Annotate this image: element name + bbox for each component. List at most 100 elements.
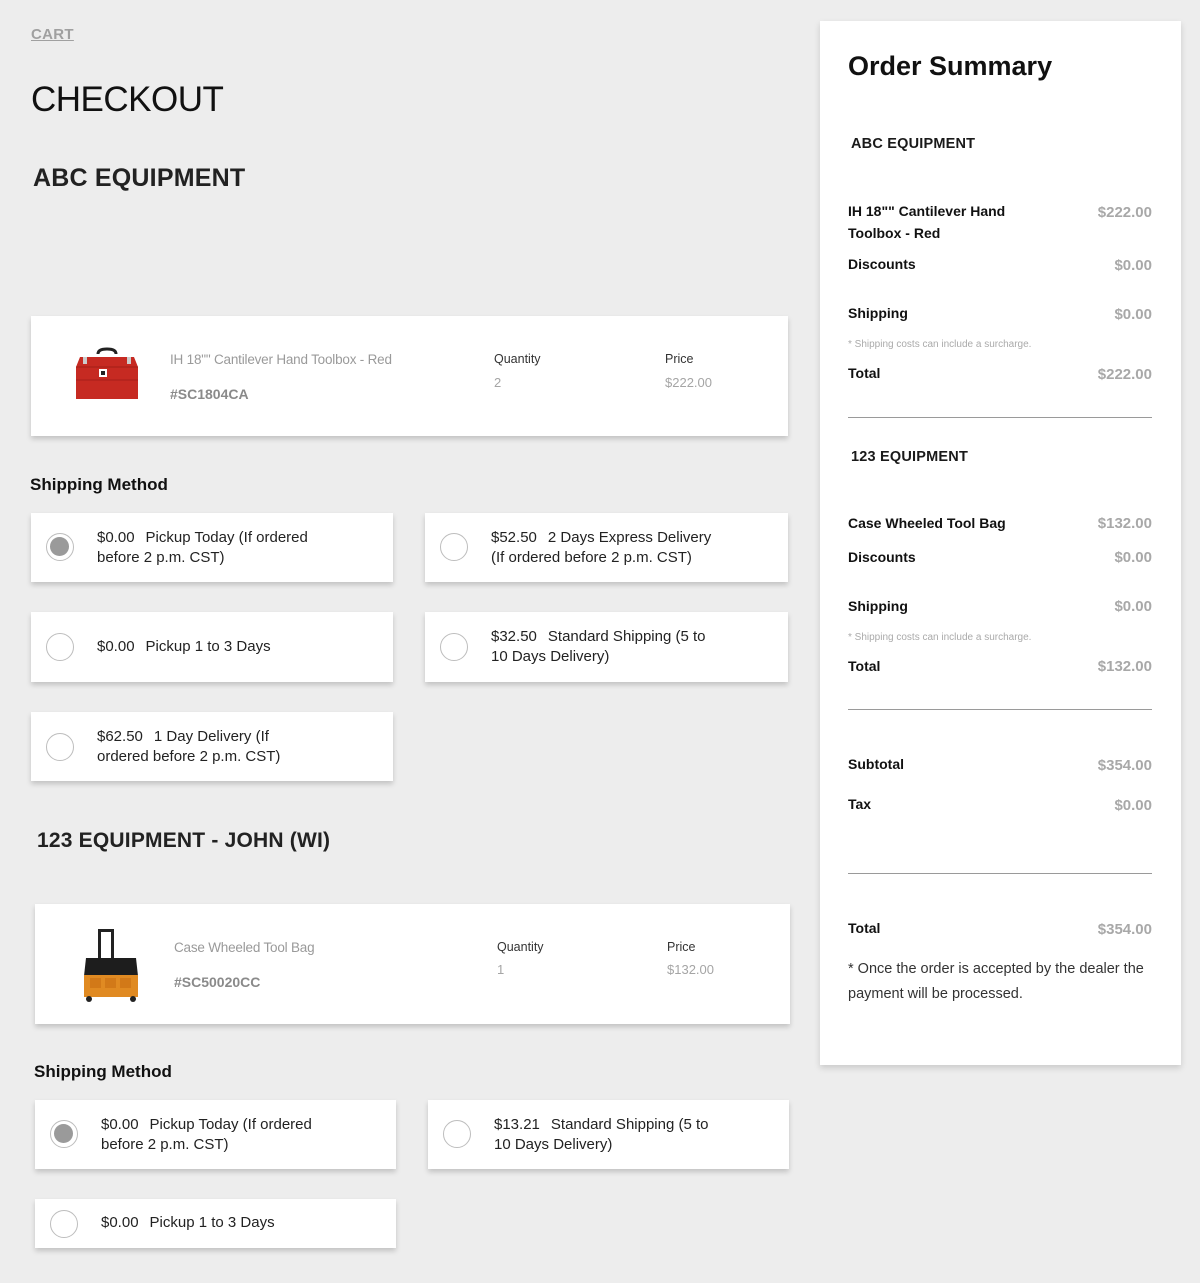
summary-subtotal-value: $354.00 <box>1097 757 1152 774</box>
shipping-price: $62.50 <box>97 728 143 745</box>
product-name: Case Wheeled Tool Bag <box>174 940 315 955</box>
radio-button[interactable] <box>46 633 74 661</box>
shipping-option-standard[interactable]: $13.21 Standard Shipping (5 to 10 Days De… <box>428 1100 789 1169</box>
shipping-option-1-day[interactable]: $62.50 1 Day Delivery (If ordered before … <box>31 712 393 781</box>
shipping-description-line2: 10 Days Delivery) <box>494 1136 613 1153</box>
summary-dealer-total-label: Total <box>848 658 881 674</box>
shipping-price: $0.00 <box>97 638 135 655</box>
summary-shipping-value: $0.00 <box>1114 306 1152 323</box>
summary-item-price: $132.00 <box>1097 515 1152 532</box>
shipping-description: Pickup Today (If ordered <box>145 529 308 546</box>
shipping-description: Standard Shipping (5 to <box>550 1116 709 1133</box>
summary-grand-total-label: Total <box>848 920 881 936</box>
summary-discounts-value: $0.00 <box>1114 549 1152 566</box>
summary-shipping-value: $0.00 <box>1114 598 1152 615</box>
shipping-description-line2: before 2 p.m. CST) <box>97 549 225 566</box>
shipping-description-line2: before 2 p.m. CST) <box>101 1136 229 1153</box>
quantity-value: 1 <box>497 962 505 977</box>
shipping-option-pickup-today[interactable]: $0.00 Pickup Today (If ordered before 2 p… <box>35 1100 396 1169</box>
summary-discounts-label: Discounts <box>848 549 916 565</box>
quantity-label: Quantity <box>497 940 544 954</box>
summary-shipping-note: * Shipping costs can include a surcharge… <box>848 632 1032 643</box>
shipping-option-text: $0.00 Pickup 1 to 3 Days <box>97 637 271 657</box>
shipping-description: 1 Day Delivery (If <box>153 728 269 745</box>
summary-discounts-value: $0.00 <box>1114 257 1152 274</box>
shipping-price: $13.21 <box>494 1116 540 1133</box>
summary-item-price: $222.00 <box>1097 204 1152 221</box>
summary-item-name: Case Wheeled Tool Bag <box>848 515 1006 531</box>
shipping-option-pickup-today[interactable]: $0.00 Pickup Today (If ordered before 2 p… <box>31 513 393 582</box>
shipping-option-standard[interactable]: $32.50 Standard Shipping (5 to 10 Days De… <box>425 612 788 682</box>
summary-item-name-line1: IH 18"" Cantilever Hand <box>848 203 1006 219</box>
shipping-description-line2: (If ordered before 2 p.m. CST) <box>491 549 692 566</box>
summary-dealer-total-label: Total <box>848 365 881 381</box>
cart-item-card: IH 18"" Cantilever Hand Toolbox - Red #S… <box>31 316 788 436</box>
summary-item-name-line2: Toolbox - Red <box>848 225 941 241</box>
shipping-price: $32.50 <box>491 628 537 645</box>
radio-button[interactable] <box>440 633 468 661</box>
radio-button[interactable] <box>46 733 74 761</box>
summary-shipping-note: * Shipping costs can include a surcharge… <box>848 339 1032 350</box>
summary-tax-label: Tax <box>848 796 872 812</box>
red-toolbox-image <box>74 347 140 403</box>
order-summary-title: Order Summary <box>848 51 1053 81</box>
cart-breadcrumb-link[interactable]: CART <box>31 26 74 43</box>
shipping-description-line2: 10 Days Delivery) <box>491 648 610 665</box>
dealer-title: ABC EQUIPMENT <box>33 164 246 192</box>
divider <box>848 873 1152 874</box>
shipping-description: Pickup 1 to 3 Days <box>149 1214 275 1231</box>
price-value: $132.00 <box>667 962 714 977</box>
shipping-price: $0.00 <box>101 1214 139 1231</box>
summary-tax-value: $0.00 <box>1114 797 1152 814</box>
shipping-option-pickup-1-3-days[interactable]: $0.00 Pickup 1 to 3 Days <box>31 612 393 682</box>
quantity-value: 2 <box>494 375 502 390</box>
summary-grand-total-value: $354.00 <box>1097 921 1152 938</box>
product-name: IH 18"" Cantilever Hand Toolbox - Red <box>170 352 392 367</box>
shipping-description: Standard Shipping (5 to <box>547 628 706 645</box>
divider <box>848 417 1152 418</box>
radio-button-selected[interactable] <box>50 1120 78 1148</box>
payment-footnote: * Once the order is accepted by the deal… <box>848 961 1144 1002</box>
shipping-price: $52.50 <box>491 529 537 546</box>
radio-button-selected[interactable] <box>46 533 74 561</box>
summary-item-name: IH 18"" Cantilever Hand Toolbox - Red <box>848 200 1005 244</box>
shipping-option-text: $0.00 Pickup Today (If ordered before 2 p… <box>101 1115 312 1155</box>
shipping-price: $0.00 <box>101 1116 139 1133</box>
summary-dealer-total-value: $132.00 <box>1097 658 1152 675</box>
shipping-option-text: $32.50 Standard Shipping (5 to 10 Days De… <box>491 627 706 667</box>
shipping-option-text: $52.50 2 Days Express Delivery (If ordere… <box>491 528 711 568</box>
shipping-option-2-day-express[interactable]: $52.50 2 Days Express Delivery (If ordere… <box>425 513 788 582</box>
divider <box>848 709 1152 710</box>
shipping-description: Pickup Today (If ordered <box>149 1116 312 1133</box>
quantity-label: Quantity <box>494 352 541 366</box>
shipping-option-text: $0.00 Pickup 1 to 3 Days <box>101 1213 275 1233</box>
page-title: CHECKOUT <box>31 80 224 119</box>
summary-dealer-name: ABC EQUIPMENT <box>851 136 976 152</box>
dealer-title: 123 EQUIPMENT - JOHN (WI) <box>37 829 331 852</box>
order-summary-panel: Order Summary ABC EQUIPMENT IH 18"" Cant… <box>820 21 1181 1065</box>
shipping-method-heading: Shipping Method <box>30 475 168 494</box>
summary-shipping-label: Shipping <box>848 598 908 614</box>
shipping-description-line2: ordered before 2 p.m. CST) <box>97 748 281 765</box>
summary-subtotal-label: Subtotal <box>848 756 904 772</box>
shipping-description: Pickup 1 to 3 Days <box>145 638 271 655</box>
wheeled-tool-bag-image <box>81 928 141 1004</box>
summary-discounts-label: Discounts <box>848 256 916 272</box>
shipping-price: $0.00 <box>97 529 135 546</box>
summary-shipping-label: Shipping <box>848 305 908 321</box>
product-sku: #SC50020CC <box>174 974 261 990</box>
radio-button[interactable] <box>50 1210 78 1238</box>
product-sku: #SC1804CA <box>170 386 249 402</box>
shipping-method-heading: Shipping Method <box>34 1062 172 1081</box>
shipping-option-text: $62.50 1 Day Delivery (If ordered before … <box>97 727 280 767</box>
shipping-option-pickup-1-3-days[interactable]: $0.00 Pickup 1 to 3 Days <box>35 1199 396 1248</box>
shipping-option-text: $0.00 Pickup Today (If ordered before 2 p… <box>97 528 308 568</box>
summary-dealer-name: 123 EQUIPMENT <box>851 449 969 465</box>
radio-button[interactable] <box>440 533 468 561</box>
price-value: $222.00 <box>665 375 712 390</box>
shipping-option-text: $13.21 Standard Shipping (5 to 10 Days De… <box>494 1115 709 1155</box>
price-label: Price <box>665 352 694 366</box>
radio-button[interactable] <box>443 1120 471 1148</box>
shipping-description: 2 Days Express Delivery <box>547 529 712 546</box>
summary-dealer-total-value: $222.00 <box>1097 366 1152 383</box>
